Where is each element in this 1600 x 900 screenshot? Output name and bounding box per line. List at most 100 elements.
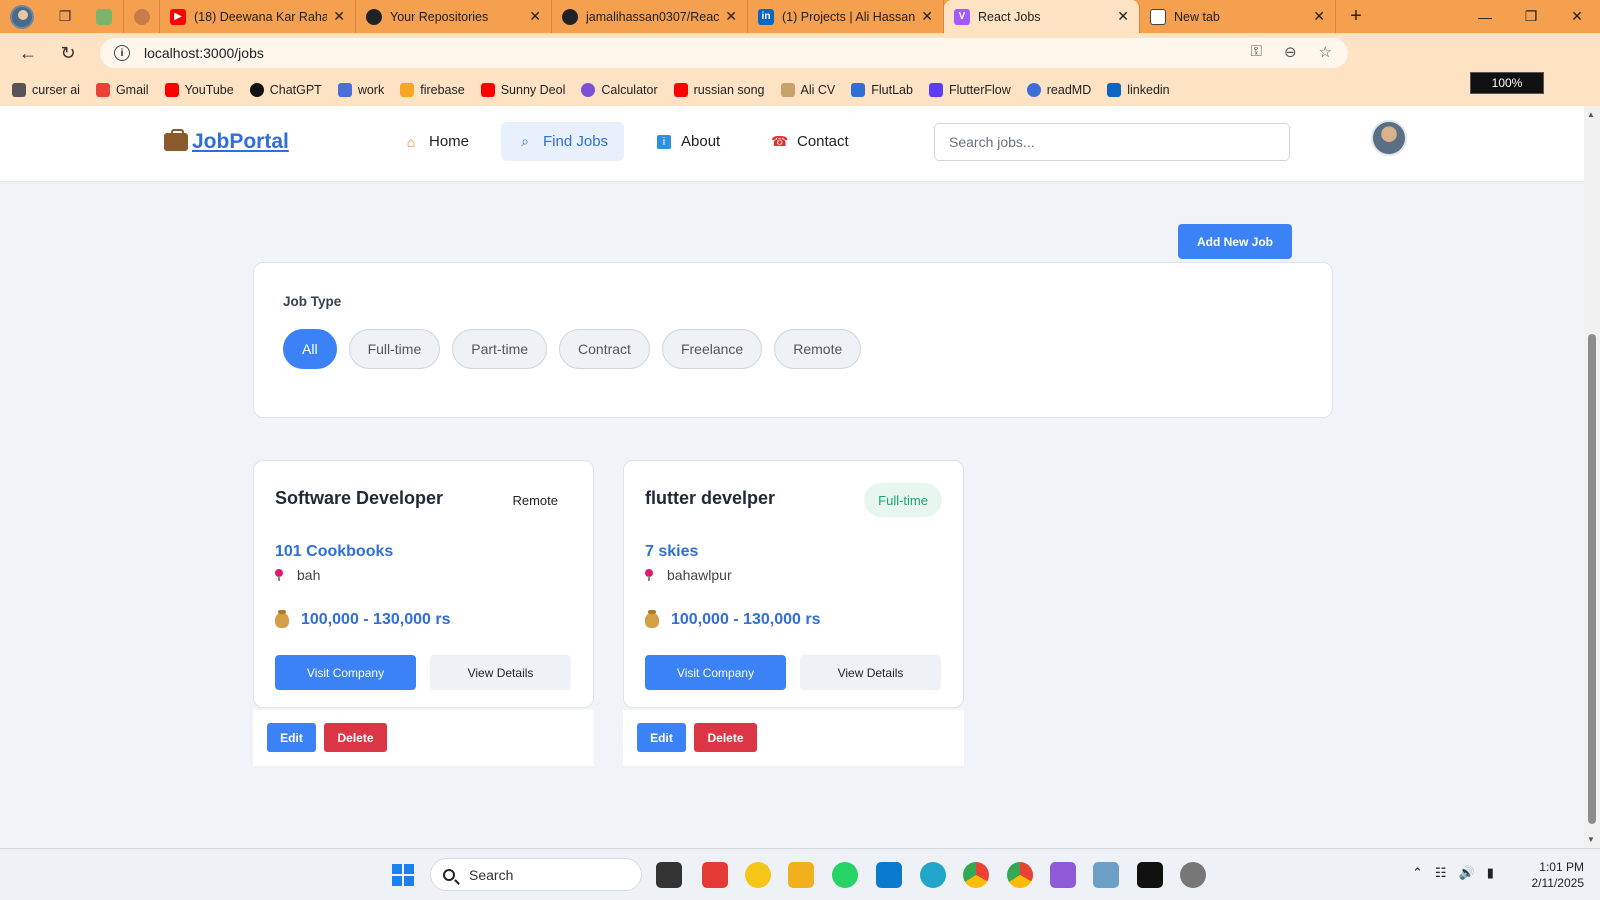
delete-job-button[interactable]: Delete [694, 723, 757, 752]
task-view-icon[interactable] [656, 862, 682, 888]
user-avatar[interactable] [1371, 120, 1407, 156]
delete-job-button[interactable]: Delete [324, 723, 387, 752]
new-tab-button[interactable]: + [1336, 5, 1376, 28]
browser-tab-github-repos[interactable]: Your Repositories ✕ [356, 0, 552, 33]
bookmark-item[interactable]: russian song [673, 82, 765, 97]
browser-tab-youtube[interactable]: ▶ (18) Deewana Kar Raha Ha ✕ [160, 0, 356, 33]
bookmark-label: Sunny Deol [500, 82, 566, 97]
page-scrollbar[interactable]: ▲ ▼ [1584, 106, 1600, 848]
battery-icon[interactable]: ▮ [1487, 865, 1494, 881]
tab-title: Your Repositories [390, 9, 489, 24]
nav-label: Find Jobs [543, 133, 609, 150]
edit-job-button[interactable]: Edit [637, 723, 686, 752]
tab-close-icon[interactable]: ✕ [1313, 8, 1325, 25]
tab-close-icon[interactable]: ✕ [1117, 8, 1129, 25]
docs-icon [337, 82, 352, 97]
browser-tab-bar: ❐ ▶ (18) Deewana Kar Raha Ha ✕ Your Repo… [0, 0, 1600, 33]
nav-contact[interactable]: ☎ Contact [755, 122, 865, 161]
nav-about[interactable]: i About [641, 122, 736, 161]
bookmark-item[interactable]: Ali CV [780, 82, 835, 97]
browser-tab-pinned-1[interactable] [86, 0, 124, 33]
wifi-icon[interactable]: ☷ [1435, 865, 1447, 881]
bookmark-item[interactable]: work [337, 82, 384, 97]
tab-close-icon[interactable]: ✕ [529, 8, 541, 25]
close-window-icon[interactable]: ✕ [1554, 0, 1600, 33]
back-arrow-icon[interactable]: ← [8, 33, 48, 73]
bookmark-item[interactable]: Sunny Deol [480, 82, 566, 97]
bookmark-item[interactable]: YouTube [164, 82, 234, 97]
bookmark-item[interactable]: linkedin [1107, 82, 1170, 97]
url-field[interactable]: i localhost:3000/jobs ⚿ ⊖ ☆ [100, 38, 1348, 68]
chevron-up-icon[interactable]: ⌃ [1412, 865, 1423, 881]
bookmark-item[interactable]: firebase [400, 82, 465, 97]
bookmark-item[interactable]: Calculator [581, 82, 658, 97]
app-logo[interactable]: JobPortal [164, 129, 289, 154]
browser-tab-react-jobs[interactable]: V React Jobs ✕ [944, 0, 1140, 33]
edit-job-button[interactable]: Edit [267, 723, 316, 752]
job-location: bahawlpur [645, 567, 732, 583]
visual-studio-icon[interactable] [1050, 862, 1076, 888]
favorite-star-icon[interactable]: ☆ [1319, 43, 1332, 61]
minimize-icon[interactable]: — [1462, 0, 1508, 33]
tab-close-icon[interactable]: ✕ [333, 8, 345, 25]
browser-tab-pinned-2[interactable] [124, 0, 160, 33]
workspaces-icon[interactable]: ❐ [54, 6, 76, 28]
filter-pill-contract[interactable]: Contract [559, 329, 650, 369]
company-name: 101 Cookbooks [275, 543, 394, 560]
job-salary: 100,000 - 130,000 rs [645, 609, 820, 629]
youtube-icon [480, 82, 495, 97]
filter-pill-remote[interactable]: Remote [774, 329, 862, 369]
capcut-icon[interactable] [1137, 862, 1163, 888]
add-new-job-button[interactable]: Add New Job [1178, 224, 1292, 259]
scroll-up-arrow-icon[interactable]: ▲ [1587, 110, 1595, 119]
search-jobs-input[interactable] [934, 123, 1290, 161]
filter-pill-full-time[interactable]: Full-time [348, 329, 441, 369]
filter-pill-freelance[interactable]: Freelance [661, 329, 763, 369]
nav-find-jobs[interactable]: ⌕ Find Jobs [501, 122, 625, 161]
browser-profile-avatar[interactable] [10, 4, 34, 29]
edge-icon[interactable] [920, 862, 946, 888]
monitor-icon[interactable] [1093, 862, 1119, 888]
file-explorer-icon[interactable] [788, 862, 814, 888]
vscode-icon[interactable] [876, 862, 902, 888]
anydesk-icon[interactable] [702, 862, 728, 888]
key-icon[interactable]: ⚿ [1251, 43, 1262, 61]
taskbar-search[interactable]: Search [430, 858, 642, 891]
bookmark-item[interactable]: FlutterFlow [928, 82, 1011, 97]
browser-tab-github-project[interactable]: jamalihassan0307/React-J ✕ [552, 0, 748, 33]
visit-company-button[interactable]: Visit Company [645, 655, 786, 690]
location-text: bah [297, 567, 321, 583]
search-icon [443, 868, 455, 881]
bookmark-item[interactable]: Gmail [95, 82, 149, 97]
window-controls: — ❐ ✕ [1462, 0, 1600, 33]
scrollbar-thumb[interactable] [1588, 334, 1596, 824]
restore-icon[interactable]: ❐ [1508, 0, 1554, 33]
browser-tab-linkedin[interactable]: in (1) Projects | Ali Hassan | L ✕ [748, 0, 944, 33]
chrome-icon[interactable] [963, 862, 989, 888]
bookmark-item[interactable]: ChatGPT [249, 82, 322, 97]
zoom-icon[interactable]: ⊖ [1284, 43, 1297, 61]
windows-start-icon[interactable] [392, 864, 414, 886]
view-details-button[interactable]: View Details [430, 655, 571, 690]
taskbar-clock[interactable]: 1:01 PM 2/11/2025 [1520, 859, 1585, 891]
whatsapp-icon[interactable] [832, 862, 858, 888]
reload-icon[interactable]: ↻ [48, 33, 88, 73]
app-icon[interactable] [745, 862, 771, 888]
tab-close-icon[interactable]: ✕ [921, 8, 933, 25]
filter-pill-part-time[interactable]: Part-time [452, 329, 548, 369]
volume-icon[interactable]: 🔊 [1459, 865, 1475, 881]
scroll-down-arrow-icon[interactable]: ▼ [1587, 835, 1595, 844]
nav-home[interactable]: ⌂ Home [387, 122, 485, 161]
site-info-icon[interactable]: i [114, 45, 130, 61]
tab-title: (1) Projects | Ali Hassan | L [782, 9, 916, 24]
view-details-button[interactable]: View Details [800, 655, 941, 690]
visit-company-button[interactable]: Visit Company [275, 655, 416, 690]
bookmark-item[interactable]: FlutLab [851, 82, 913, 97]
bookmark-item[interactable]: curser ai [12, 82, 80, 97]
bookmark-item[interactable]: readMD [1026, 82, 1091, 97]
chrome-profile-icon[interactable] [1007, 862, 1033, 888]
app-icon[interactable] [1180, 862, 1206, 888]
filter-pill-all[interactable]: All [283, 329, 337, 369]
tab-close-icon[interactable]: ✕ [725, 8, 737, 25]
browser-tab-new-tab[interactable]: New tab ✕ [1140, 0, 1336, 33]
